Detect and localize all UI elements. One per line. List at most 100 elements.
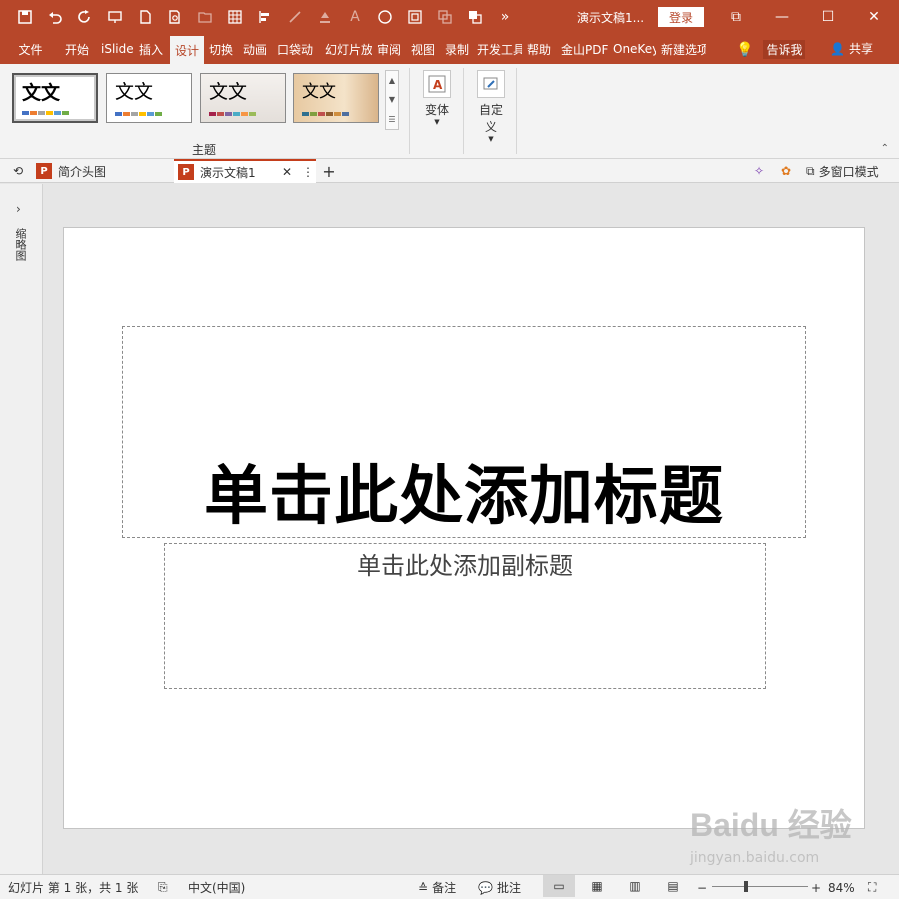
fill-icon[interactable]: [314, 6, 336, 28]
magic-wand-icon[interactable]: ✧: [746, 159, 772, 183]
tab-help[interactable]: 帮助: [522, 34, 556, 64]
tab-review[interactable]: 审阅: [372, 34, 406, 64]
scroll-up-icon[interactable]: ▲: [389, 76, 395, 85]
tab-home[interactable]: 开始: [60, 34, 96, 64]
open-icon[interactable]: [194, 6, 216, 28]
collapse-ribbon-icon[interactable]: ⌃: [881, 143, 889, 154]
document-tab-bar: ⟲ P 简介头图 P 演示文稿1 ✕ ⋮ + ✧ ✿ ⧉ 多窗口模式: [0, 159, 899, 183]
comments-button[interactable]: 💬 批注: [478, 875, 521, 899]
tab-new-options[interactable]: 新建选项: [656, 34, 706, 64]
notes-button[interactable]: ≙ 备注: [418, 875, 456, 899]
baidu-watermark: Baidu 经验 jingyan.baidu.com: [690, 800, 860, 880]
slide-sorter-icon[interactable]: ▦: [581, 875, 613, 897]
zoom-in-icon[interactable]: +: [811, 875, 821, 899]
slideshow-view-icon[interactable]: ▤: [657, 875, 689, 897]
new-doc-icon[interactable]: [134, 6, 156, 28]
theme-office-2[interactable]: 文文: [106, 73, 192, 123]
lightbulb-icon: 💡: [736, 41, 754, 58]
thumbnail-pane-label[interactable]: 缩略图: [14, 228, 28, 261]
minimize-icon[interactable]: —: [759, 0, 805, 34]
zoom-slider-thumb[interactable]: [743, 881, 748, 892]
zoom-slider[interactable]: [712, 886, 808, 887]
zoom-out-icon[interactable]: −: [697, 875, 707, 899]
tab-islide[interactable]: iSlide: [96, 34, 134, 64]
redo-icon[interactable]: [74, 6, 96, 28]
tab-slideshow[interactable]: 幻灯片放: [320, 34, 372, 64]
normal-view-icon[interactable]: ▭: [543, 875, 575, 897]
thumbnail-pane: › 缩略图: [0, 184, 43, 874]
expand-gallery-icon[interactable]: ☰: [388, 115, 395, 124]
circle-shape-icon[interactable]: [374, 6, 396, 28]
tab-kingsoft-pdf[interactable]: 金山PDF: [556, 34, 608, 64]
expand-pane-icon[interactable]: ›: [16, 202, 21, 216]
maximize-icon[interactable]: ☐: [805, 0, 851, 34]
tab-record[interactable]: 录制: [440, 34, 472, 64]
present-icon[interactable]: [104, 6, 126, 28]
watermark-line2: jingyan.baidu.com: [690, 850, 820, 866]
variants-icon: A: [423, 70, 451, 98]
customize-icon: [477, 70, 505, 98]
variants-button[interactable]: A 变体 ▼: [423, 70, 451, 126]
ribbon-display-icon[interactable]: ⧉: [713, 0, 759, 34]
person-icon: 👤: [830, 41, 845, 56]
group-label-themes: 主题: [192, 143, 217, 157]
language-indicator[interactable]: 中文(中国): [188, 875, 245, 899]
theme-wood[interactable]: 文文: [293, 73, 379, 123]
multi-window-button[interactable]: ⧉ 多窗口模式: [806, 159, 879, 183]
gallery-scroll[interactable]: ▲ ▼ ☰: [385, 70, 399, 130]
print-preview-icon[interactable]: [164, 6, 186, 28]
theme-gray[interactable]: 文文: [200, 73, 286, 123]
tab-insert[interactable]: 插入: [134, 34, 170, 64]
tab-view[interactable]: 视图: [406, 34, 440, 64]
eyedropper-icon[interactable]: [284, 6, 306, 28]
variants-label: 变体: [424, 103, 449, 117]
tab-animations[interactable]: 动画: [238, 34, 272, 64]
close-icon[interactable]: ✕: [851, 0, 897, 34]
tab-file[interactable]: 文件: [0, 34, 60, 64]
slide-count: 幻灯片 第 1 张，共 1 张: [8, 881, 139, 895]
settings-flower-icon[interactable]: ✿: [774, 159, 798, 183]
font-color-icon[interactable]: A: [344, 6, 366, 28]
align-icon[interactable]: [254, 6, 276, 28]
tab-pocket-animation[interactable]: 口袋动: [272, 34, 320, 64]
powerpoint-icon: P: [178, 164, 194, 180]
close-tab-icon[interactable]: ✕: [282, 165, 292, 179]
comment-icon: 💬: [478, 880, 493, 895]
save-icon[interactable]: [14, 6, 36, 28]
table-icon[interactable]: [224, 6, 246, 28]
tab-developer[interactable]: 开发工具: [472, 34, 522, 64]
doc-tab-label: 演示文稿1: [200, 165, 256, 180]
tell-me-search[interactable]: 💡 告诉我: [736, 40, 806, 59]
fit-to-window-icon[interactable]: ⛶: [868, 875, 876, 899]
zoom-level[interactable]: 84%: [828, 875, 855, 899]
undo-icon[interactable]: [44, 6, 66, 28]
tab-menu-icon[interactable]: ⋮: [302, 165, 314, 179]
new-tab-icon[interactable]: +: [318, 159, 340, 183]
tab-design[interactable]: 设计: [170, 36, 204, 64]
tab-transitions[interactable]: 切换: [204, 34, 238, 64]
title-bar: A » 演示文稿1... 登录 ⧉ — ☐ ✕: [0, 0, 899, 34]
spellcheck-icon[interactable]: ⎘: [158, 875, 168, 899]
watermark-line1: Baidu 经验: [690, 807, 852, 843]
subtitle-placeholder[interactable]: 单击此处添加副标题: [164, 543, 766, 689]
reading-view-icon[interactable]: ▥: [619, 875, 651, 897]
doc-tab-presentation1[interactable]: P 演示文稿1 ✕ ⋮: [174, 159, 316, 183]
share-label: 共享: [848, 42, 873, 56]
svg-text:A: A: [433, 78, 443, 92]
document-title: 演示文稿1...: [577, 11, 645, 25]
title-placeholder[interactable]: 单击此处添加标题: [122, 326, 806, 538]
select-icon[interactable]: [404, 6, 426, 28]
more-icon[interactable]: »: [494, 6, 516, 28]
share-button[interactable]: 👤 共享: [830, 40, 873, 57]
login-button[interactable]: 登录: [658, 7, 704, 27]
theme-office[interactable]: 文文: [12, 73, 98, 123]
doc-tab-intro[interactable]: P 简介头图: [32, 159, 172, 183]
scroll-down-icon[interactable]: ▼: [389, 95, 395, 104]
tab-history-icon[interactable]: ⟲: [6, 159, 30, 183]
slide-canvas[interactable]: 单击此处添加标题 单击此处添加副标题: [63, 227, 865, 829]
arrange-icon[interactable]: [464, 6, 486, 28]
tab-onekey[interactable]: OneKey: [608, 34, 656, 64]
group-icon[interactable]: [434, 6, 456, 28]
customize-label: 自定义: [478, 103, 503, 134]
customize-button[interactable]: 自定义 ▼: [476, 70, 506, 143]
